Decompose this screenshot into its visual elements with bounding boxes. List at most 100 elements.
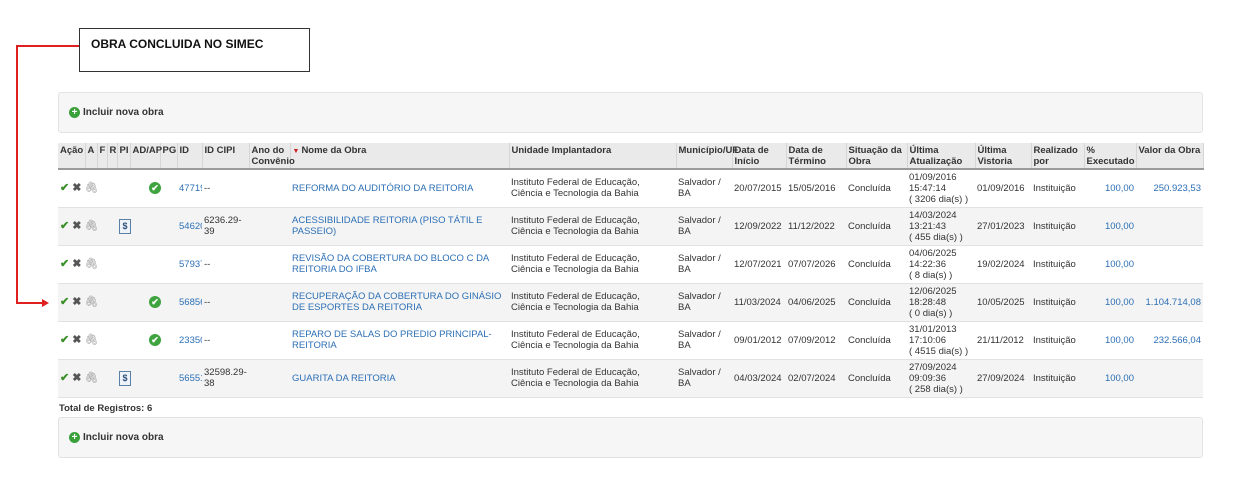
obra-id-link[interactable]: 54620: [177, 207, 202, 246]
obra-atualizacao: 27/09/2024 09:09:36( 258 dia(s) ): [907, 359, 975, 398]
col-adap[interactable]: AD/AP: [130, 143, 162, 170]
obra-realizado: Instituição: [1031, 207, 1084, 246]
obra-atualizacao: 12/06/2025 18:28:48( 0 dia(s) ): [907, 283, 975, 322]
table-header-row: Ação A F R PI AD/AP PG ID ID CIPI Ano do…: [58, 143, 1204, 170]
obra-executado-link[interactable]: 100,00: [1084, 207, 1136, 246]
check-icon[interactable]: ✔: [60, 220, 69, 232]
col-inicio[interactable]: Data de Início: [732, 143, 787, 170]
obra-municipio: Salvador / BA: [676, 283, 732, 322]
obra-inicio: 12/09/2022: [732, 207, 786, 246]
col-pg[interactable]: PG: [160, 143, 178, 170]
obra-ano: [249, 207, 290, 246]
table-row: ✔✖🖇 ✔ 56856 -- RECUPERAÇÃO DA COBERTURA …: [58, 283, 1203, 322]
obra-realizado: Instituição: [1031, 283, 1084, 322]
x-icon[interactable]: ✖: [72, 220, 81, 232]
col-termino[interactable]: Data de Término: [786, 143, 847, 170]
check-icon[interactable]: ✔: [60, 296, 69, 308]
check-icon[interactable]: ✔: [60, 258, 69, 270]
action-cell: ✔ ✖ 🖇: [58, 321, 117, 360]
obra-executado-link[interactable]: 100,00: [1084, 359, 1136, 398]
obra-cipi: --: [202, 321, 249, 360]
col-idcipi[interactable]: ID CIPI: [202, 143, 250, 170]
obra-nome-link[interactable]: REPARO DE SALAS DO PREDIO PRINCIPAL-REIT…: [290, 321, 509, 360]
obra-realizado: Instituição: [1031, 321, 1084, 360]
plus-icon: +: [69, 432, 80, 443]
col-acao: Ação: [58, 143, 86, 170]
obra-unidade: Instituto Federal de Educação, Ciência e…: [509, 321, 676, 360]
col-ano[interactable]: Ano do Convênio: [249, 143, 295, 170]
paperclip-icon[interactable]: 🖇: [84, 372, 98, 384]
table-row: ✔✖🖇 $ 54620 6236.29-39 ACESSIBILIDADE RE…: [58, 207, 1203, 246]
col-situacao[interactable]: Situação da Obra: [846, 143, 908, 170]
obra-valor-link[interactable]: [1136, 207, 1203, 246]
col-valor[interactable]: Valor da Obra: [1136, 143, 1204, 170]
x-icon[interactable]: ✖: [72, 296, 81, 308]
col-municipio[interactable]: Município/UF: [676, 143, 738, 170]
ok-icon[interactable]: ✔: [149, 334, 161, 346]
x-icon[interactable]: ✖: [72, 372, 81, 384]
action-cell: ✔ ✖ 🖇: [58, 207, 117, 246]
obra-valor-link[interactable]: 232.566,04: [1136, 321, 1203, 360]
col-nome[interactable]: ▼ Nome da Obra: [290, 143, 510, 170]
add-obra-button-bottom[interactable]: + Incluir nova obra: [69, 432, 164, 443]
col-pi[interactable]: PI: [117, 143, 131, 170]
check-icon[interactable]: ✔: [60, 182, 69, 194]
col-vistoria[interactable]: Última Vistoria: [975, 143, 1032, 170]
x-icon[interactable]: ✖: [72, 258, 81, 270]
obra-nome-link[interactable]: REVISÃO DA COBERTURA DO BLOCO C DA REITO…: [290, 245, 509, 284]
obra-cipi: 6236.29-39: [202, 207, 249, 246]
x-icon[interactable]: ✖: [72, 334, 81, 346]
obra-id-link[interactable]: 23350: [177, 321, 202, 360]
obra-valor-link[interactable]: [1136, 245, 1203, 284]
col-executado[interactable]: % Executado: [1084, 143, 1137, 170]
atual-data: 27/09/2024: [909, 361, 957, 373]
paperclip-icon[interactable]: 🖇: [84, 182, 98, 194]
paperclip-icon[interactable]: 🖇: [84, 220, 98, 232]
obra-valor-link[interactable]: 1.104.714,08: [1136, 283, 1203, 322]
obra-valor-link[interactable]: [1136, 359, 1203, 398]
pi-document-icon[interactable]: $: [119, 370, 131, 386]
pi-document-icon[interactable]: $: [119, 218, 131, 234]
obra-executado-link[interactable]: 100,00: [1084, 283, 1136, 322]
obra-termino: 07/09/2012: [786, 321, 846, 360]
obra-id-link[interactable]: 56856: [177, 283, 202, 322]
obra-ano: [249, 359, 290, 398]
col-realizado[interactable]: Realizado por: [1031, 143, 1085, 170]
obra-executado-link[interactable]: 100,00: [1084, 245, 1136, 284]
col-r[interactable]: R: [107, 143, 118, 170]
obra-executado-link[interactable]: 100,00: [1084, 169, 1136, 208]
ok-icon[interactable]: ✔: [149, 296, 161, 308]
obra-nome-link[interactable]: REFORMA DO AUDITÓRIO DA REITORIA: [290, 169, 509, 208]
obra-ano: [249, 283, 290, 322]
check-icon[interactable]: ✔: [60, 334, 69, 346]
col-f[interactable]: F: [97, 143, 108, 170]
col-id[interactable]: ID: [177, 143, 203, 170]
paperclip-icon[interactable]: 🖇: [84, 258, 98, 270]
obra-nome-link[interactable]: RECUPERAÇÃO DA COBERTURA DO GINÁSIO DE E…: [290, 283, 509, 322]
add-obra-label: Incluir nova obra: [83, 107, 164, 118]
ok-icon[interactable]: ✔: [149, 182, 161, 195]
obra-valor-link[interactable]: 250.923,53: [1136, 169, 1203, 208]
col-a[interactable]: A: [85, 143, 98, 170]
obra-cipi: --: [202, 245, 249, 284]
obra-nome-link[interactable]: GUARITA DA REITORIA: [290, 359, 509, 398]
obra-municipio: Salvador / BA: [676, 245, 732, 284]
add-obra-button-top[interactable]: + Incluir nova obra: [69, 107, 164, 118]
paperclip-icon[interactable]: 🖇: [84, 296, 98, 308]
col-unidade[interactable]: Unidade Implantadora: [509, 143, 677, 170]
paperclip-icon[interactable]: 🖇: [84, 334, 98, 346]
col-atualizacao[interactable]: Última Atualização: [907, 143, 976, 170]
total-registros: Total de Registros: 6: [59, 403, 153, 414]
obra-unidade: Instituto Federal de Educação, Ciência e…: [509, 169, 676, 208]
x-icon[interactable]: ✖: [72, 182, 81, 194]
obra-executado-link[interactable]: 100,00: [1084, 321, 1136, 360]
check-icon[interactable]: ✔: [60, 372, 69, 384]
callout-arrow-top: [16, 45, 79, 47]
obra-id-link[interactable]: 56551: [177, 359, 202, 398]
obra-vistoria: 01/09/2016: [975, 169, 1031, 208]
obra-id-link[interactable]: 57937: [177, 245, 202, 284]
obra-id-link[interactable]: 47719: [177, 169, 202, 208]
callout-arrow-bottom: [16, 302, 42, 304]
obra-nome-link[interactable]: ACESSIBILIDADE REITORIA (PISO TÁTIL E PA…: [290, 207, 509, 246]
atual-dias: ( 455 dia(s) ): [909, 231, 963, 243]
